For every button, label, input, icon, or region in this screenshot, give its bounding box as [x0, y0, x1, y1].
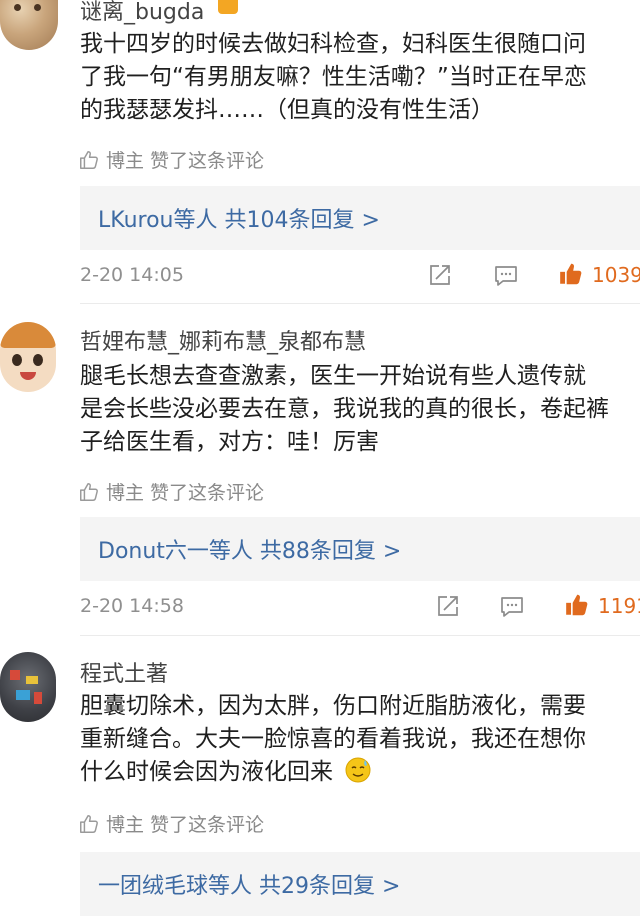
- comment-line: 胆囊切除术，因为太胖，伤口附近脂肪液化，需要: [80, 693, 586, 719]
- username[interactable]: 程式土著: [80, 656, 168, 688]
- comment-icon[interactable]: [494, 264, 518, 288]
- comment-line: 腿毛长想去查查激素，医生一开始说有些人遗传就: [80, 363, 586, 389]
- comment-line-wrap: 什么时候会因为液化回来: [80, 756, 372, 789]
- replies-button[interactable]: Donut六一等人 共88条回复 >: [80, 517, 640, 581]
- like-count: 1191: [598, 594, 640, 618]
- author-liked-text: 博主 赞了这条评论: [106, 150, 265, 172]
- comment-time: 2-20 14:58: [80, 595, 184, 617]
- sweat-smile-emoji-icon: [345, 757, 371, 783]
- share-icon[interactable]: [428, 263, 452, 287]
- comment-line: 重新缝合。大夫一脸惊喜的看着我说，我还在想你: [80, 726, 586, 752]
- like-icon[interactable]: [558, 261, 584, 287]
- comment-line: 子给医生看，对方：哇！厉害: [80, 429, 379, 455]
- avatar[interactable]: [0, 0, 58, 50]
- divider: [80, 635, 640, 636]
- thumb-up-icon: [78, 149, 100, 171]
- replies-label: Donut六一等人 共88条回复 >: [98, 539, 402, 564]
- comment-text: 胆囊切除术，因为太胖，伤口附近脂肪液化，需要 重新缝合。大夫一脸惊喜的看着我说，…: [80, 690, 640, 789]
- thumb-up-icon: [78, 481, 100, 503]
- vip-badge-icon: [218, 0, 238, 14]
- replies-button[interactable]: 一团绒毛球等人 共29条回复 >: [80, 852, 640, 916]
- comment-icon[interactable]: [500, 595, 524, 619]
- avatar[interactable]: [0, 652, 56, 722]
- username[interactable]: 哲娌布慧_娜莉布慧_泉都布慧: [80, 324, 366, 356]
- like-icon[interactable]: [564, 592, 590, 618]
- thumb-up-icon: [78, 813, 100, 835]
- replies-button[interactable]: LKurou等人 共104条回复 >: [80, 186, 640, 250]
- username[interactable]: 谜离_bugda: [80, 0, 204, 26]
- replies-label: 一团绒毛球等人 共29条回复 >: [98, 874, 401, 899]
- comment-text: 腿毛长想去查查激素，医生一开始说有些人遗传就 是会长些没必要去在意，我说我的真的…: [80, 360, 640, 459]
- replies-label: LKurou等人 共104条回复 >: [98, 208, 380, 233]
- author-liked-note: 博主 赞了这条评论: [78, 146, 264, 173]
- author-liked-text: 博主 赞了这条评论: [106, 814, 265, 836]
- author-liked-text: 博主 赞了这条评论: [106, 482, 265, 504]
- comment-line: 的我瑟瑟发抖……（但真的没有性生活）: [80, 97, 494, 123]
- comment-line: 了我一句“有男朋友嘛？性生活嘞？”当时正在早恋: [80, 64, 587, 90]
- comment-line: 什么时候会因为液化回来: [80, 759, 333, 785]
- author-liked-note: 博主 赞了这条评论: [78, 478, 264, 505]
- author-liked-note: 博主 赞了这条评论: [78, 810, 264, 837]
- comment-line: 是会长些没必要去在意，我说我的真的很长，卷起裤: [80, 396, 609, 422]
- comment-text: 我十四岁的时候去做妇科检查，妇科医生很随口问 了我一句“有男朋友嘛？性生活嘞？”…: [80, 28, 640, 127]
- divider: [80, 303, 640, 304]
- like-count: 1039: [592, 263, 640, 287]
- share-icon[interactable]: [436, 594, 460, 618]
- comment-line: 我十四岁的时候去做妇科检查，妇科医生很随口问: [80, 31, 586, 57]
- comment-time: 2-20 14:05: [80, 264, 184, 286]
- avatar[interactable]: [0, 322, 56, 392]
